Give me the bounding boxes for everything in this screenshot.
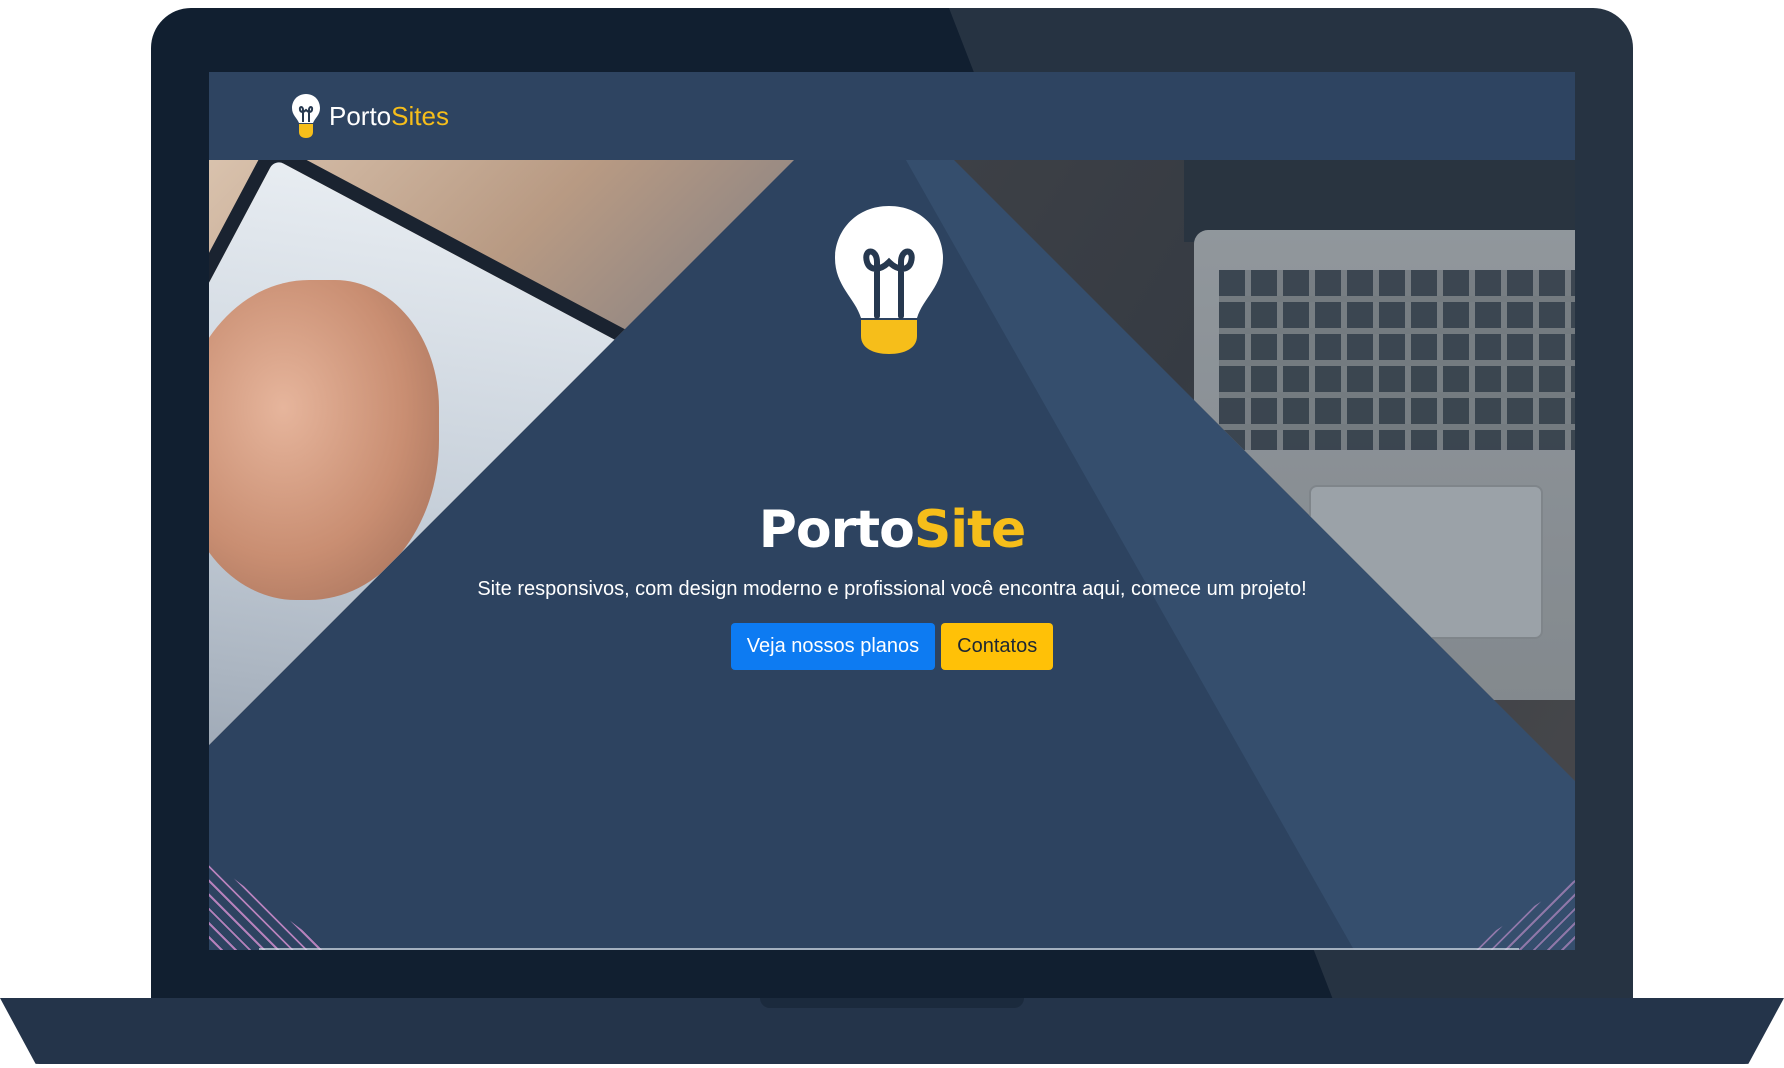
hero-content: PortoSite Site responsivos, com design m…	[209, 500, 1575, 670]
lightbulb-icon	[292, 94, 320, 138]
brand-main: Porto	[329, 100, 392, 131]
plans-button[interactable]: Veja nossos planos	[730, 623, 936, 670]
laptop-base-notch	[760, 998, 1024, 1008]
hero-section: PortoSite Site responsivos, com design m…	[209, 160, 1575, 950]
laptop-screen: PortoSites PortoSite Site responsivos, c…	[209, 72, 1575, 950]
hero-title: PortoSite	[209, 500, 1575, 560]
brand-name: PortoSites	[329, 101, 449, 132]
hero-title-accent: Site	[913, 500, 1026, 560]
lightbulb-icon	[835, 206, 943, 354]
decorative-stripes-left	[209, 860, 329, 950]
nav-brand[interactable]: PortoSites	[291, 90, 449, 142]
brand-accent: Sites	[391, 100, 449, 131]
hero-subtitle: Site responsivos, com design moderno e p…	[477, 578, 1307, 600]
screen-bottom-divider	[259, 948, 1519, 950]
navbar: PortoSites	[209, 72, 1575, 160]
hero-buttons: Veja nossos planos Contatos	[209, 623, 1575, 670]
decorative-stripes-right	[1465, 880, 1575, 950]
hero-title-main: Porto	[758, 500, 915, 560]
contact-button[interactable]: Contatos	[941, 623, 1054, 670]
keyboard-rows	[1219, 270, 1575, 450]
